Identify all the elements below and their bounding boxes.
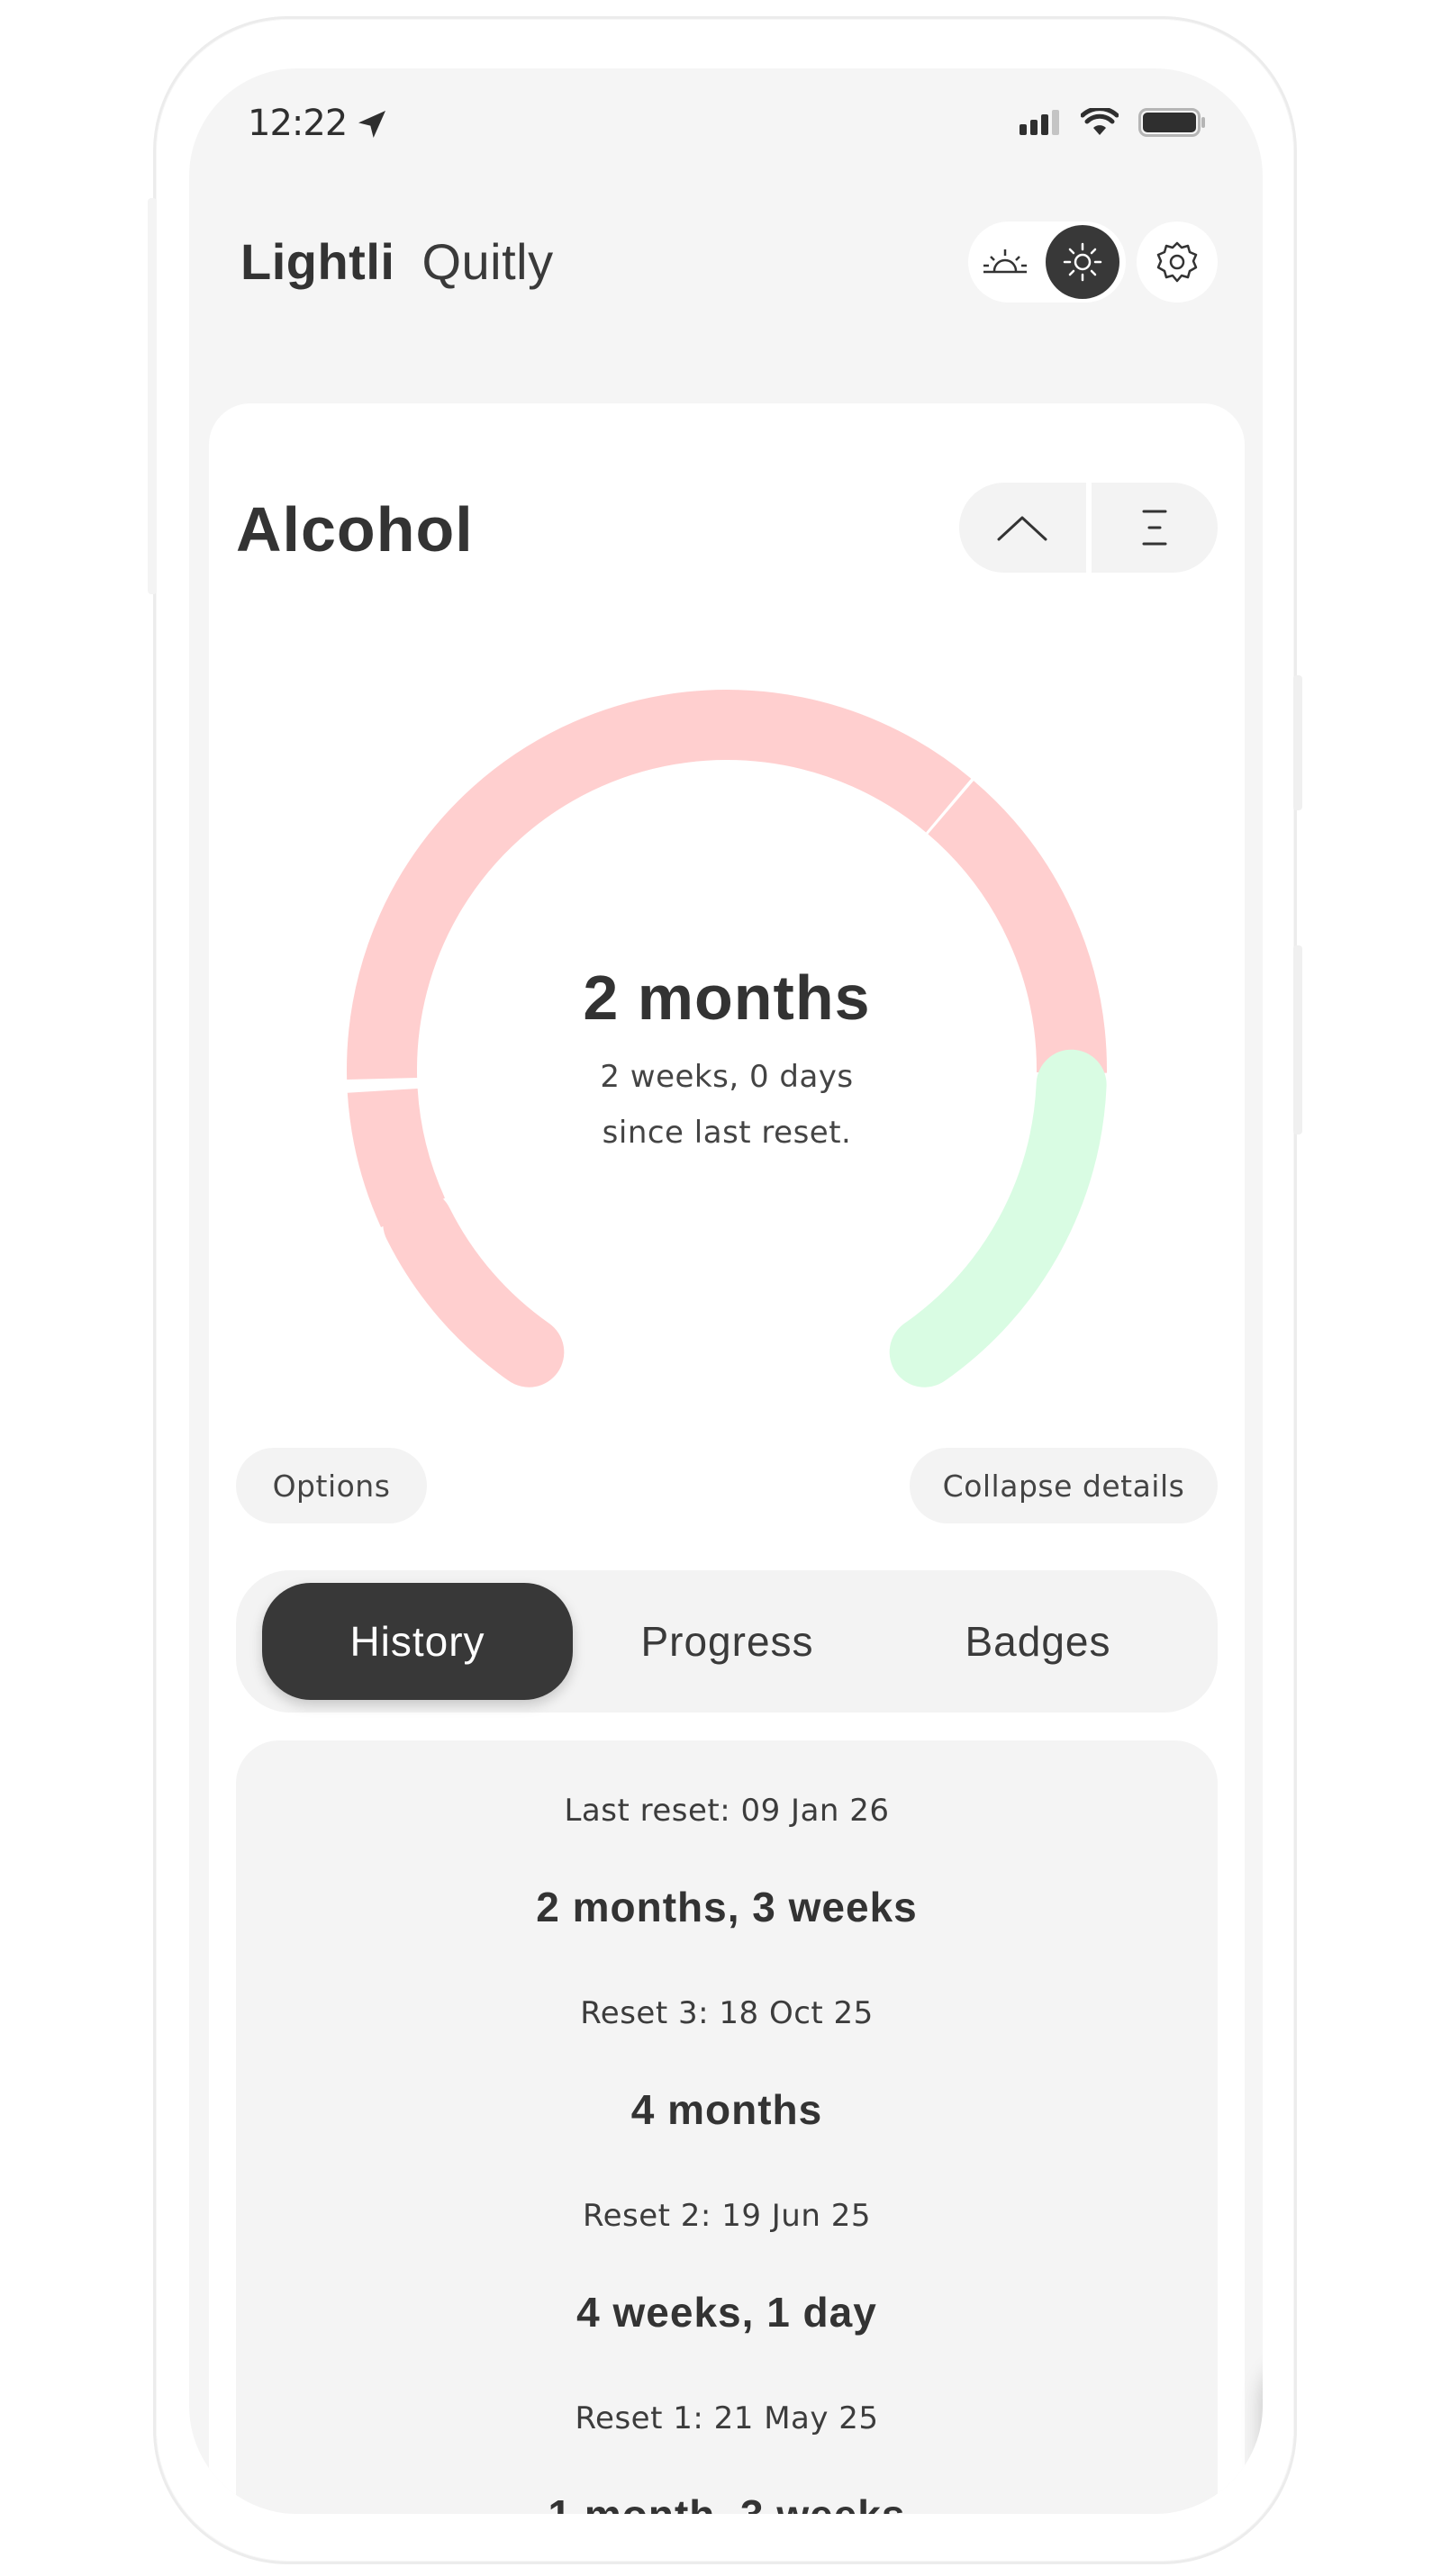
drag-handle-icon — [1142, 510, 1167, 546]
tab-badges[interactable]: Badges — [883, 1583, 1193, 1700]
status-icons — [1020, 108, 1207, 137]
history-entry-label: Reset 2: 19 Jun 25 — [583, 2198, 871, 2234]
settings-button[interactable] — [1137, 221, 1218, 303]
location-arrow-icon — [358, 111, 385, 138]
history-entry-duration: 4 months — [630, 2086, 823, 2133]
ring-segment-reset-1 — [383, 1188, 565, 1387]
wifi-icon — [1081, 108, 1119, 135]
app-screen: 12:22 Lightli Quitly Alcohol 2 months 2 … — [189, 68, 1263, 2514]
options-button[interactable]: Options — [236, 1448, 427, 1523]
sun-icon — [1063, 242, 1102, 282]
card-controls — [959, 483, 1218, 573]
ring-main-text: 2 months — [583, 963, 871, 1033]
battery-icon — [1138, 108, 1205, 137]
history-entry-label: Reset 1: 21 May 25 — [575, 2400, 879, 2436]
chevron-up-icon — [997, 516, 1047, 541]
phone-side-button — [148, 198, 157, 594]
status-bar: 12:22 — [189, 68, 1263, 185]
theme-option-sunrise[interactable] — [968, 225, 1042, 299]
reorder-handle[interactable] — [1092, 483, 1219, 573]
tracker-card: Alcohol 2 months 2 weeks, 0 days since l… — [209, 403, 1245, 2514]
app-brand: Lightli Quitly — [240, 232, 554, 291]
sunrise-icon — [983, 249, 1027, 274]
phone-side-button — [1293, 945, 1302, 1134]
tab-history[interactable]: History — [262, 1583, 573, 1700]
gear-icon — [1156, 241, 1198, 283]
history-list: Last reset: 09 Jan 26 2 months, 3 weeks … — [236, 1740, 1218, 2514]
status-time: 12:22 — [248, 103, 348, 144]
history-entry-duration: 2 months, 3 weeks — [536, 1884, 918, 1930]
theme-option-sun[interactable] — [1046, 225, 1119, 299]
tab-bar: History Progress Badges — [236, 1570, 1218, 1713]
theme-toggle[interactable] — [968, 221, 1126, 303]
brand-secondary: Quitly — [421, 233, 554, 290]
cellular-signal-icon — [1020, 110, 1059, 135]
phone-side-button — [1293, 675, 1302, 810]
brand-primary: Lightli — [240, 233, 395, 290]
history-entry-label: Last reset: 09 Jan 26 — [564, 1793, 890, 1829]
history-entry-duration: 1 month, 3 weeks — [236, 2490, 1218, 2514]
history-entry-duration: 4 weeks, 1 day — [576, 2289, 877, 2336]
ring-caption-text: since last reset. — [602, 1115, 852, 1151]
tab-progress[interactable]: Progress — [572, 1583, 883, 1700]
collapse-details-button[interactable]: Collapse details — [910, 1448, 1218, 1523]
ring-segment-reset-2 — [347, 1088, 446, 1227]
ring-detail-text: 2 weeks, 0 days — [600, 1059, 854, 1095]
card-title: Alcohol — [236, 494, 474, 565]
history-entry-label: Reset 3: 18 Oct 25 — [580, 1995, 874, 2031]
collapse-card-button[interactable] — [959, 483, 1086, 573]
